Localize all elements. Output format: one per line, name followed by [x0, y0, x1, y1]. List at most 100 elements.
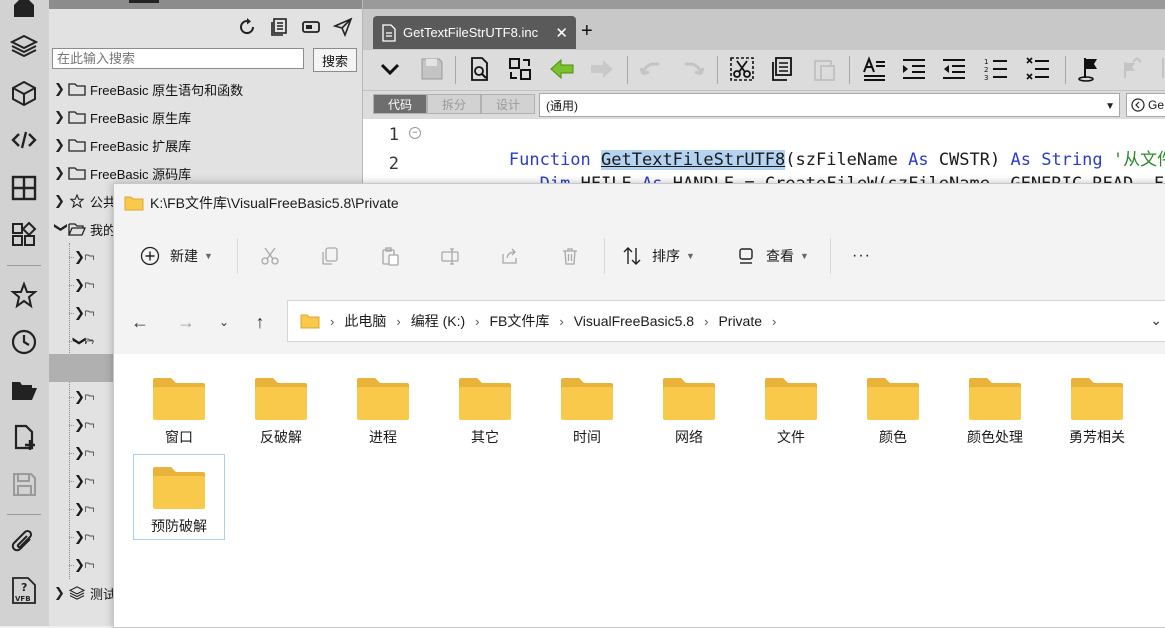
more-button[interactable]: ··· — [852, 242, 871, 270]
tree-subitem[interactable]: ❯ — [69, 495, 94, 523]
address-box[interactable]: › 此电脑 › 编程 (K:) › FB文件库 › VisualFreeBasi… — [287, 300, 1165, 342]
tree-subitem[interactable]: ❯ — [69, 299, 94, 327]
numbered-list-icon[interactable]: 123 — [981, 54, 1011, 84]
tree-item-native-statements[interactable]: ❯ FreeBasic 原生语句和函数 — [49, 75, 362, 103]
breadcrumb-item[interactable]: VisualFreeBasic5.8 — [574, 313, 694, 329]
folder-item[interactable]: 窗口 — [133, 366, 225, 452]
folder-item[interactable]: 勇芳相关 — [1051, 366, 1143, 452]
save-icon[interactable] — [417, 54, 447, 84]
chevron-right-icon[interactable]: ❯ — [54, 81, 68, 97]
address-expand-icon[interactable]: ⌄ — [1150, 312, 1162, 329]
redo-icon[interactable] — [677, 54, 707, 84]
cut-icon[interactable] — [727, 54, 757, 84]
code-icon[interactable] — [7, 123, 41, 157]
code-line-2[interactable]: 2 Dim HFILE As HANDLE = CreateFileW(szFi… — [363, 150, 1165, 194]
paperclip-icon[interactable] — [7, 526, 41, 560]
breadcrumb-item[interactable]: FB文件库 — [489, 311, 549, 331]
paste-icon[interactable] — [380, 242, 400, 270]
up-arrow-icon[interactable]: ↑ — [248, 310, 272, 334]
flag-up-icon[interactable] — [1115, 54, 1145, 84]
share-icon[interactable] — [500, 242, 520, 270]
breadcrumb-item[interactable]: 编程 (K:) — [411, 311, 465, 331]
back-arrow-icon[interactable] — [547, 54, 577, 84]
forward-arrow-icon[interactable]: → — [174, 310, 198, 334]
search-button[interactable]: 搜索 — [313, 48, 357, 72]
chevron-right-icon[interactable]: ❯ — [74, 445, 85, 461]
tree-subitem[interactable]: ❯ — [69, 439, 94, 467]
open-folder-icon[interactable] — [7, 373, 41, 407]
explorer-titlebar[interactable]: K:\FB文件库\VisualFreeBasic5.8\Private — [114, 184, 1165, 222]
chevron-right-icon[interactable]: ❯ — [74, 417, 85, 433]
folder-item[interactable]: 进程 — [337, 366, 429, 452]
chevron-right-icon[interactable]: ❯ — [74, 473, 85, 489]
tree-item-extension-library[interactable]: ❯ FreeBasic 扩展库 — [49, 131, 362, 159]
tree-subitem[interactable]: ❯ — [69, 271, 94, 299]
copy-icon[interactable] — [767, 54, 797, 84]
chevron-right-icon[interactable]: ❯ — [74, 557, 85, 573]
tab-code[interactable]: 代码 — [373, 94, 427, 114]
breadcrumb-item[interactable]: 此电脑 — [344, 311, 386, 331]
folder-item[interactable]: 其它 — [439, 366, 531, 452]
tab-design[interactable]: 设计 — [481, 94, 535, 114]
delete-icon[interactable] — [560, 242, 580, 270]
layers-icon[interactable] — [7, 29, 41, 63]
star-icon[interactable] — [7, 278, 41, 312]
chevron-right-icon[interactable]: ❯ — [74, 277, 85, 293]
send-icon[interactable] — [330, 14, 356, 40]
chevron-right-icon[interactable]: ❯ — [74, 501, 85, 517]
folder-item[interactable]: 时间 — [541, 366, 633, 452]
chevron-right-icon[interactable]: ❯ — [74, 529, 85, 545]
chevron-right-icon[interactable]: ❯ — [54, 109, 68, 125]
tree-subitem[interactable]: ❯ — [69, 383, 94, 411]
tab-file[interactable]: GetTextFileStrUTF8.inc ✕ — [373, 16, 576, 49]
view-button[interactable]: 查看 ▼ — [736, 242, 809, 270]
tab-split[interactable]: 拆分 — [427, 94, 481, 114]
tree-subitem[interactable]: ❯ — [69, 467, 94, 495]
folder-item[interactable]: 颜色 — [847, 366, 939, 452]
folder-item[interactable]: 颜色处理 — [949, 366, 1041, 452]
copy-icon[interactable] — [320, 242, 340, 270]
close-icon[interactable]: ✕ — [555, 24, 568, 42]
fold-toggle-icon[interactable]: − — [409, 127, 421, 139]
chevron-right-icon[interactable]: ❯ — [54, 585, 68, 601]
undo-icon[interactable] — [637, 54, 667, 84]
folder-item-selected[interactable]: 预防破解 — [133, 454, 225, 540]
chevron-down-icon[interactable]: ❯ — [71, 336, 87, 347]
chevron-down-icon[interactable]: ❯ — [53, 222, 69, 236]
forward-arrow-icon[interactable] — [587, 54, 617, 84]
cut-icon[interactable] — [260, 242, 280, 270]
scope-select[interactable]: (通用) ▼ — [539, 93, 1120, 117]
folder-item[interactable]: 网络 — [643, 366, 735, 452]
tree-subitem[interactable]: ❯ — [69, 523, 94, 551]
components-icon[interactable] — [7, 218, 41, 252]
tree-subitem[interactable]: ❯ — [69, 411, 94, 439]
flag-icon[interactable] — [1075, 54, 1105, 84]
refresh-icon[interactable] — [234, 14, 260, 40]
sort-button[interactable]: 排序 ▼ — [622, 242, 695, 270]
replace-icon[interactable] — [505, 54, 535, 84]
code-line-1[interactable]: 1 − Function GetTextFileStrUTF8(szFileNa… — [363, 121, 1165, 170]
cube-icon[interactable] — [7, 76, 41, 110]
copy-list-icon[interactable] — [266, 14, 292, 40]
rename-icon[interactable] — [440, 242, 460, 270]
tree-item-native-library[interactable]: ❯ FreeBasic 原生库 — [49, 103, 362, 131]
new-button[interactable]: 新建 ▼ — [140, 242, 213, 270]
tree-subitem[interactable]: ❯ — [69, 243, 94, 271]
chevron-right-icon[interactable]: ❯ — [74, 389, 85, 405]
toggle-icon[interactable] — [298, 14, 324, 40]
back-arrow-icon[interactable]: ← — [128, 310, 152, 334]
grid-layout-icon[interactable] — [7, 171, 41, 205]
indent-icon[interactable] — [899, 54, 929, 84]
find-in-file-icon[interactable] — [465, 54, 495, 84]
clear-list-icon[interactable] — [1023, 54, 1053, 84]
chevron-right-icon[interactable]: ❯ — [74, 305, 85, 321]
vfb-help-icon[interactable]: ? VFB — [7, 573, 41, 607]
chevron-right-icon[interactable]: ❯ — [54, 165, 68, 181]
home-icon[interactable] — [7, 0, 41, 22]
folder-item[interactable]: 反破解 — [235, 366, 327, 452]
procedure-select[interactable]: Ge — [1126, 93, 1165, 117]
add-tab-button[interactable]: + — [581, 20, 593, 43]
chevron-right-icon[interactable]: ❯ — [54, 193, 68, 209]
flag-down-icon[interactable] — [1153, 54, 1165, 84]
outdent-icon[interactable] — [939, 54, 969, 84]
